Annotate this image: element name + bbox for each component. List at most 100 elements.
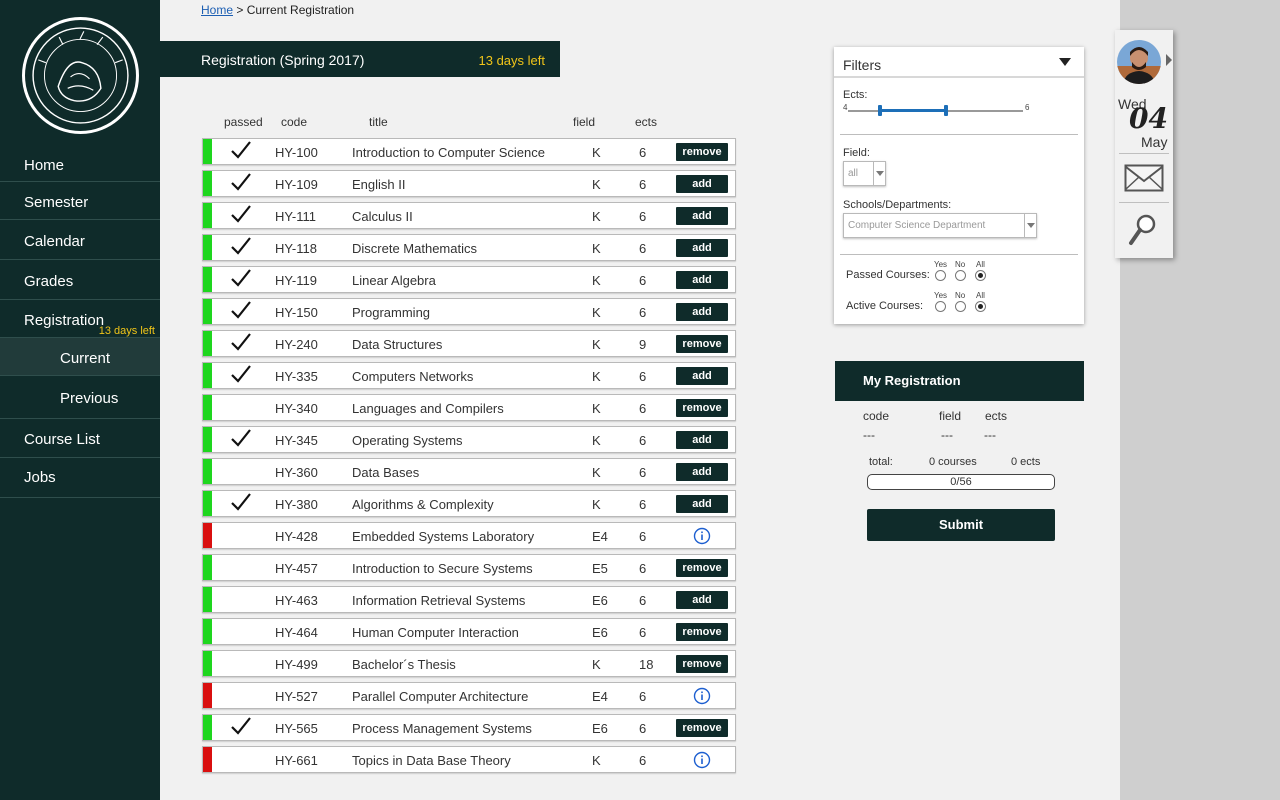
passed-yes-label: Yes [934,260,948,269]
status-indicator [203,683,212,708]
course-row: HY-345 Operating Systems K 6 add [202,426,736,453]
my-reg-empty-field: --- [941,428,953,442]
status-indicator [203,459,212,484]
ects-range-fill [880,109,946,112]
nav-current[interactable]: Current [0,338,160,376]
status-indicator [203,139,212,164]
search-icon[interactable] [1128,213,1158,247]
nav-grades-label: Grades [24,273,74,290]
nav-previous[interactable]: Previous [0,376,160,419]
add-course-button[interactable]: add [676,175,728,193]
remove-course-button[interactable]: remove [676,719,728,737]
course-field: K [592,753,601,768]
course-ects: 6 [639,305,647,320]
course-title: Topics in Data Base Theory [352,753,511,768]
course-code: HY-109 [275,177,318,192]
ects-max-label: 6 [1025,103,1030,112]
course-field: K [592,369,601,384]
caret-down-icon[interactable] [1059,58,1071,66]
passed-all-radio[interactable] [975,270,986,281]
avatar[interactable] [1117,40,1161,84]
add-course-button[interactable]: add [676,431,728,449]
info-icon[interactable] [693,687,711,705]
remove-course-button[interactable]: remove [676,143,728,161]
ects-slider-max-handle[interactable] [944,105,948,116]
info-icon[interactable] [693,751,711,769]
add-course-button[interactable]: add [676,207,728,225]
col-header-field: field [573,115,596,129]
remove-course-button[interactable]: remove [676,399,728,417]
remove-course-button[interactable]: remove [676,623,728,641]
breadcrumb-home-link[interactable]: Home [201,3,233,17]
status-indicator [203,395,212,420]
add-course-button[interactable]: add [676,367,728,385]
active-no-radio[interactable] [955,301,966,312]
field-select[interactable]: all [843,161,886,186]
course-title: Operating Systems [352,433,463,448]
nav-course-list[interactable]: Course List [0,419,160,458]
nav-calendar[interactable]: Calendar [0,220,160,260]
my-reg-empty-code: --- [863,428,875,442]
status-indicator [203,587,212,612]
course-title: Human Computer Interaction [352,625,519,640]
course-code: HY-119 [275,273,317,288]
days-left-label: 13 days left [478,53,546,68]
passed-no-radio[interactable] [955,270,966,281]
add-course-button[interactable]: add [676,591,728,609]
caret-right-icon[interactable] [1166,54,1172,66]
add-course-button[interactable]: add [676,303,728,321]
ects-min-label: 4 [843,103,848,112]
date-day: 04 [1129,102,1168,135]
registration-days-left: 13 days left [98,325,155,337]
add-course-button[interactable]: add [676,271,728,289]
status-indicator [203,299,212,324]
course-field: K [592,465,601,480]
info-icon[interactable] [693,527,711,545]
course-title: Linear Algebra [352,273,436,288]
nav-registration[interactable]: Registration 13 days left [0,300,160,338]
my-registration-title: My Registration [863,373,961,388]
remove-course-button[interactable]: remove [676,335,728,353]
total-courses: 0 courses [929,456,977,468]
course-title: Computers Networks [352,369,474,384]
remove-course-button[interactable]: remove [676,655,728,673]
course-title: Data Bases [352,465,420,480]
add-course-button[interactable]: add [676,239,728,257]
checkmark-icon [230,140,252,160]
active-all-radio[interactable] [975,301,986,312]
course-ects: 6 [639,689,647,704]
active-yes-label: Yes [934,291,948,300]
breadcrumb-separator: > [233,3,247,17]
mail-icon[interactable] [1124,164,1164,192]
filters-panel: Filters Ects: 4 6 Field: all Schools/Dep… [834,47,1084,324]
add-course-button[interactable]: add [676,495,728,513]
passed-yes-radio[interactable] [935,270,946,281]
submit-button[interactable]: Submit [867,509,1055,541]
nav-jobs[interactable]: Jobs [0,458,160,498]
filters-header[interactable]: Filters [834,47,1084,78]
nav-grades[interactable]: Grades [0,260,160,300]
course-code: HY-380 [275,497,318,512]
course-row: HY-119 Linear Algebra K 6 add [202,266,736,293]
course-field: K [592,497,601,512]
course-row: HY-499 Bachelor´s Thesis K 18 remove [202,650,736,677]
course-code: HY-661 [275,753,318,768]
nav-semester[interactable]: Semester [0,182,160,220]
remove-course-button[interactable]: remove [676,559,728,577]
course-ects: 6 [639,145,647,160]
add-course-button[interactable]: add [676,463,728,481]
ects-range-slider[interactable] [848,105,1023,116]
course-title: Embedded Systems Laboratory [352,529,535,544]
course-ects: 6 [639,625,647,640]
nav-registration-label: Registration [24,312,105,329]
active-yes-radio[interactable] [935,301,946,312]
nav-home-label: Home [24,157,65,174]
schools-select[interactable]: Computer Science Department [843,213,1037,238]
checkmark-icon [230,236,252,256]
col-header-code: code [281,115,308,129]
registration-header: Registration (Spring 2017) 13 days left [160,41,560,77]
ects-slider-min-handle[interactable] [878,105,882,116]
course-field: K [592,433,601,448]
course-title: Data Structures [352,337,443,352]
nav-home[interactable]: Home [0,148,160,182]
